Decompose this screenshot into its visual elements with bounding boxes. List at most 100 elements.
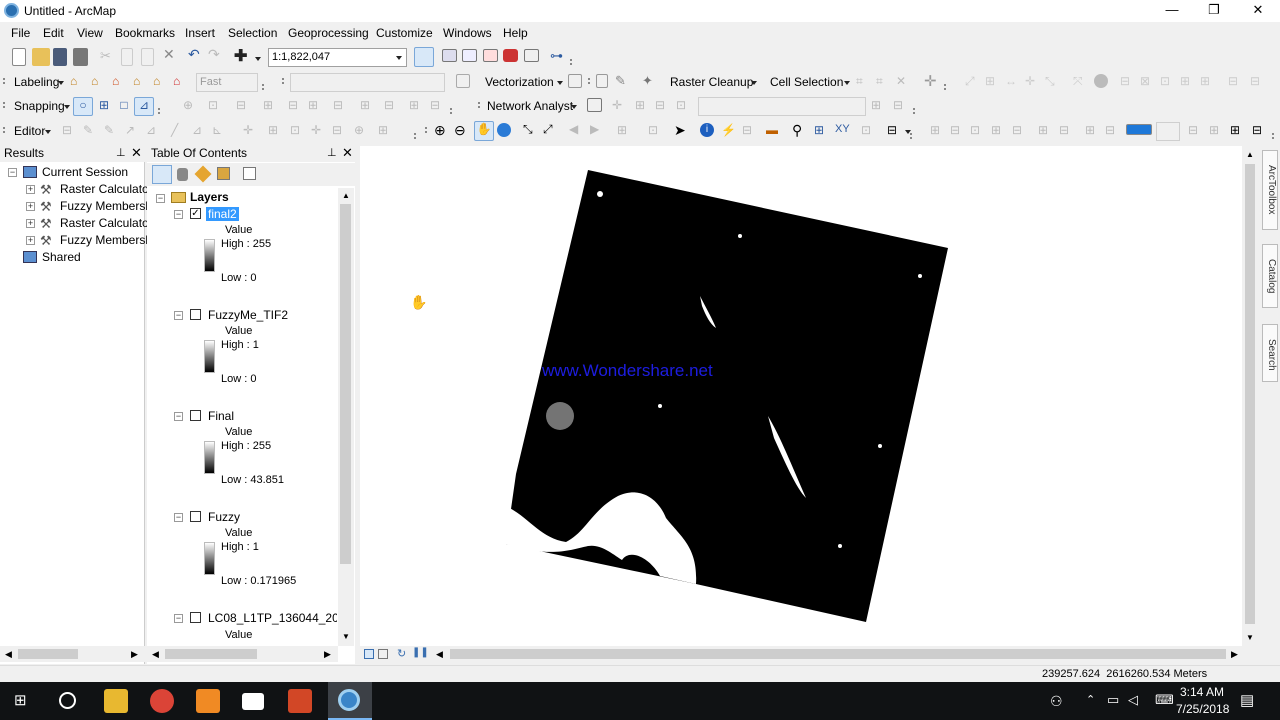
- binoculars-icon[interactable]: ⊞: [1230, 123, 1248, 141]
- measure-icon[interactable]: ▬: [766, 123, 784, 141]
- arctoolbox-icon[interactable]: [503, 49, 518, 62]
- scroll-left-icon[interactable]: ◀: [152, 649, 159, 660]
- action-center-icon[interactable]: ▤: [1240, 691, 1254, 709]
- redo-icon[interactable]: ↷: [208, 46, 226, 64]
- fixed-zoom-in-icon[interactable]: ⤡: [523, 122, 541, 140]
- pause-labeling-icon[interactable]: ⌂: [133, 74, 151, 92]
- network-dataset-combo[interactable]: [698, 97, 866, 116]
- collapse-icon[interactable]: −: [174, 412, 183, 421]
- layer-visibility-checkbox[interactable]: ✓: [190, 208, 201, 219]
- full-extent-icon[interactable]: [497, 123, 511, 137]
- label-manager-icon[interactable]: ⌂: [70, 74, 88, 92]
- people-icon[interactable]: ⚇: [1050, 693, 1063, 710]
- clock-date[interactable]: 7/25/2018: [1176, 702, 1229, 716]
- modelbuilder-icon[interactable]: ⊶: [550, 48, 568, 66]
- close-results-icon[interactable]: ✕: [131, 145, 142, 161]
- unplaced-labels-icon[interactable]: ⌂: [91, 74, 109, 92]
- collapse-icon[interactable]: −: [174, 311, 183, 320]
- toc-hscrollbar[interactable]: ◀ ▶: [147, 646, 338, 662]
- arcmap-taskbar-button[interactable]: [328, 682, 372, 720]
- select-connected-cells-icon[interactable]: ⌗: [856, 74, 874, 92]
- menu-selection[interactable]: Selection: [228, 26, 277, 40]
- erase-icon[interactable]: ✦: [642, 73, 660, 91]
- map-vscrollbar[interactable]: ▲ ▼: [1242, 146, 1258, 646]
- scroll-up-icon[interactable]: ▲: [342, 191, 350, 200]
- vectorization-dropdown-icon[interactable]: [557, 81, 563, 85]
- refresh-icon[interactable]: ↻: [397, 647, 406, 660]
- scroll-left-icon[interactable]: ◀: [5, 649, 12, 660]
- lock-labels-icon[interactable]: ⌂: [112, 74, 130, 92]
- menu-help[interactable]: Help: [503, 26, 528, 40]
- cortana-search-icon[interactable]: [59, 692, 76, 709]
- raster-cleanup-menu[interactable]: Raster Cleanup: [670, 75, 753, 89]
- clear-selected-icon[interactable]: ⊡: [648, 123, 666, 141]
- html-popup-icon[interactable]: ⊟: [742, 123, 760, 141]
- delete-icon[interactable]: ✕: [163, 46, 181, 64]
- undo-icon[interactable]: ↶: [188, 46, 206, 64]
- report-icon[interactable]: ⊟: [1252, 123, 1270, 141]
- network-icon[interactable]: ▭: [1107, 692, 1119, 708]
- georeferencing-icon[interactable]: ✛: [924, 72, 942, 90]
- layout-view-icon[interactable]: [378, 649, 388, 659]
- go-to-xy-icon[interactable]: XY: [835, 123, 853, 141]
- label-quality-combo[interactable]: Fast: [196, 73, 258, 92]
- raster-cleanup-dropdown-icon[interactable]: [751, 81, 757, 85]
- menu-file[interactable]: File: [11, 26, 30, 40]
- map-scale-combo[interactable]: 1:1,822,047: [268, 48, 407, 67]
- forward-extent-icon[interactable]: ▶: [590, 122, 608, 140]
- menu-edit[interactable]: Edit: [43, 26, 64, 40]
- scale-dropdown-icon[interactable]: [396, 56, 402, 60]
- menu-geoprocessing[interactable]: Geoprocessing: [288, 26, 369, 40]
- result-item[interactable]: Raster Calculator: [60, 182, 153, 196]
- view-unplaced-icon[interactable]: ⌂: [153, 74, 171, 92]
- raster-painting-icon[interactable]: [596, 74, 608, 88]
- interactive-selection-icon[interactable]: ⌗: [876, 74, 894, 92]
- cut-icon[interactable]: ✂: [100, 48, 118, 66]
- paste-icon[interactable]: [141, 48, 154, 66]
- copy-icon[interactable]: [121, 48, 133, 66]
- snapping-menu[interactable]: Snapping: [14, 99, 65, 113]
- editor-toolbar-toggle-icon[interactable]: [414, 47, 434, 67]
- layer-name[interactable]: Final: [208, 409, 234, 423]
- time-slider-icon[interactable]: ⊡: [861, 123, 879, 141]
- cell-selection-menu[interactable]: Cell Selection: [770, 75, 843, 89]
- zoom-in-icon[interactable]: ⊕: [434, 122, 452, 140]
- layer-name[interactable]: FuzzyMe_TIF2: [208, 308, 288, 322]
- zoom-out-icon[interactable]: ⊖: [454, 122, 472, 140]
- label-priority-icon[interactable]: ⌂: [173, 74, 191, 92]
- pause-drawing-icon[interactable]: ❚❚: [412, 647, 429, 658]
- editor-dropdown-icon[interactable]: [45, 130, 51, 134]
- vectorization-settings-icon[interactable]: [456, 74, 470, 88]
- layer-visibility-checkbox[interactable]: [190, 410, 201, 421]
- find-icon[interactable]: ⚲: [792, 122, 810, 140]
- point-snapping-icon[interactable]: ○: [73, 97, 93, 116]
- scroll-thumb[interactable]: [340, 204, 351, 564]
- cell-selection-dropdown-icon[interactable]: [844, 81, 850, 85]
- chrome-icon[interactable]: [150, 689, 174, 713]
- close-toc-icon[interactable]: ✕: [342, 145, 353, 161]
- expand-icon[interactable]: +: [26, 219, 35, 228]
- search-window-icon[interactable]: [483, 49, 498, 62]
- list-by-selection-icon[interactable]: [217, 167, 230, 180]
- hyperlink-icon[interactable]: ⚡: [721, 123, 739, 141]
- scroll-thumb[interactable]: [18, 649, 78, 659]
- collapse-icon[interactable]: −: [156, 194, 165, 203]
- pin-icon[interactable]: ⊥: [327, 146, 337, 159]
- layers-root-label[interactable]: Layers: [190, 190, 229, 204]
- layer-name[interactable]: LC08_L1TP_136044_201312: [208, 611, 337, 625]
- color-swatch-icon[interactable]: [1126, 124, 1152, 135]
- create-viewer-window-icon[interactable]: ⊟: [887, 123, 905, 141]
- layer-visibility-checkbox[interactable]: [190, 612, 201, 623]
- labeling-menu[interactable]: Labeling: [14, 75, 59, 89]
- edge-snapping-icon[interactable]: ⊿: [134, 97, 154, 116]
- catalog-window-icon[interactable]: [462, 49, 477, 62]
- list-by-source-icon[interactable]: [177, 168, 188, 181]
- file-explorer-icon[interactable]: [104, 689, 128, 713]
- result-item[interactable]: Fuzzy Membersh: [60, 233, 152, 247]
- powerpoint-icon[interactable]: [288, 689, 312, 713]
- open-folder-icon[interactable]: [32, 48, 50, 66]
- windows-start-icon[interactable]: ⊞: [14, 693, 30, 709]
- raster-layer-combo[interactable]: [290, 73, 445, 92]
- result-item[interactable]: Raster Calculator: [60, 216, 153, 230]
- network-analyst-window-icon[interactable]: [587, 98, 602, 112]
